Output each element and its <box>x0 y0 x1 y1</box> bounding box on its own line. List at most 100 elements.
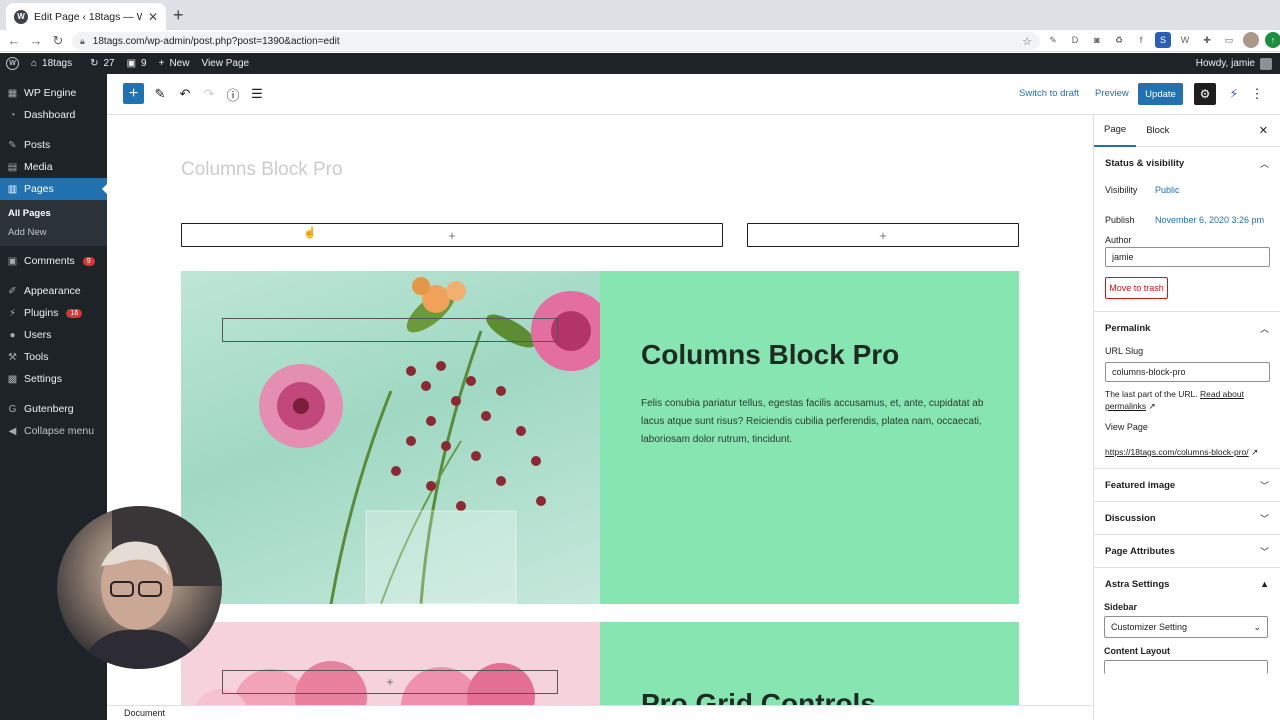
panel-toggle[interactable]: Astra Settings ▲ <box>1094 568 1280 600</box>
switch-to-draft-button[interactable]: Switch to draft <box>1019 88 1079 99</box>
update-button[interactable]: Update <box>1138 83 1183 105</box>
flower-image[interactable] <box>181 271 600 604</box>
tools-pencil-icon[interactable]: ✎ <box>150 84 170 104</box>
reload-icon[interactable]: ↻ <box>47 33 69 49</box>
view-page-link[interactable]: View Page <box>201 58 249 69</box>
lightning-icon[interactable]: ⚡︎ <box>1224 84 1244 104</box>
view-page-url-link[interactable]: https://18tags.com/columns-block-pro/ <box>1105 447 1249 457</box>
panel-toggle[interactable]: Discussion ﹀ <box>1094 502 1280 534</box>
block-heading[interactable]: Pro Grid Controls <box>641 688 876 705</box>
address-bar[interactable]: 🔒︎ 18tags.com/wp-admin/post.php?post=139… <box>72 32 1040 50</box>
content-layout-select[interactable] <box>1104 660 1268 674</box>
sidebar-item-wp-engine[interactable]: ▦ WP Engine <box>0 82 107 104</box>
panel-toggle[interactable]: Status & visibility ︿ <box>1094 147 1280 179</box>
inner-block-outline[interactable] <box>222 318 558 342</box>
site-name-link[interactable]: ⌂ 18tags <box>31 58 72 69</box>
block-appender[interactable]: + <box>747 223 1019 247</box>
cast-icon[interactable]: ▭ <box>1221 32 1237 48</box>
new-content-link[interactable]: + New <box>159 58 190 69</box>
sidebar-item-settings[interactable]: ▩ Settings <box>0 368 107 390</box>
settings-icon: ▩ <box>7 373 18 385</box>
close-icon[interactable]: ✕ <box>1259 124 1268 137</box>
author-label: Author <box>1105 235 1132 245</box>
extension-icon[interactable]: f <box>1133 32 1149 48</box>
webcam-overlay <box>57 506 222 669</box>
puzzle-icon[interactable]: ✚ <box>1199 32 1215 48</box>
back-icon[interactable]: ← <box>3 33 25 48</box>
account-menu[interactable]: Howdy, jamie <box>1196 57 1272 70</box>
wrench-icon: ⚒ <box>8 351 17 363</box>
extension-icon[interactable]: S <box>1155 32 1171 48</box>
comments-link[interactable]: ▣ 9 <box>127 58 147 69</box>
sidebar-item-plugins[interactable]: ⚡︎ Plugins 16 <box>0 302 107 324</box>
sidebar-item-pages[interactable]: ▥ Pages <box>0 178 107 200</box>
extension-icon[interactable]: ✎ <box>1045 32 1061 48</box>
tab-page[interactable]: Page <box>1094 115 1137 147</box>
media-icon: ▤ <box>7 161 18 173</box>
text-column[interactable]: Columns Block Pro Felis conubia pariatur… <box>600 271 1019 604</box>
close-tab-icon[interactable]: ✕ <box>148 10 158 24</box>
redo-icon[interactable]: ↷ <box>199 84 219 104</box>
text-column-2[interactable]: Pro Grid Controls <box>600 622 1019 705</box>
info-icon[interactable]: ⓘ <box>223 84 243 104</box>
profile-avatar[interactable] <box>1243 32 1259 48</box>
update-icon[interactable]: ↑ <box>1265 32 1280 48</box>
page-title[interactable]: Columns Block Pro <box>181 159 343 181</box>
submenu-all-pages[interactable]: All Pages <box>0 204 107 223</box>
sidebar-item-dashboard[interactable]: ◔ Dashboard <box>0 104 107 126</box>
brush-icon: ✐ <box>8 285 17 297</box>
chevron-down-icon: ﹀ <box>1259 546 1269 557</box>
roses-image[interactable]: + <box>181 622 600 705</box>
author-field[interactable]: jamie <box>1105 247 1270 267</box>
triangle-up-icon: ▲ <box>1260 579 1269 589</box>
sidebar-item-appearance[interactable]: ✐ Appearance <box>0 280 107 302</box>
wordpress-logo-icon[interactable]: W <box>6 57 19 70</box>
move-to-trash-button[interactable]: Move to trash <box>1105 277 1168 299</box>
url-slug-field[interactable]: columns-block-pro <box>1105 362 1270 382</box>
block-appender[interactable]: + <box>181 223 723 247</box>
wordpress-extension-icon[interactable]: W <box>1177 32 1193 48</box>
visibility-toggle[interactable]: Public <box>1155 185 1180 195</box>
sidebar-item-users[interactable]: ● Users <box>0 324 107 346</box>
sidebar-item-media[interactable]: ▤ Media <box>0 156 107 178</box>
publish-date-toggle[interactable]: November 6, 2020 3:26 pm <box>1155 215 1264 225</box>
sidebar-collapse-menu[interactable]: ◀ Collapse menu <box>0 420 107 442</box>
panel-toggle[interactable]: Featured image ﹀ <box>1094 469 1280 501</box>
columns-block[interactable]: Columns Block Pro Felis conubia pariatur… <box>181 271 1019 604</box>
sidebar-item-comments[interactable]: ▣ Comments 9 <box>0 250 107 272</box>
camera-extension-icon[interactable]: ◙ <box>1089 32 1105 48</box>
external-link-icon: ↗ <box>1148 401 1156 411</box>
preview-button[interactable]: Preview <box>1095 88 1129 99</box>
forward-icon[interactable]: → <box>25 33 47 48</box>
updates-link[interactable]: ↻ 27 <box>90 58 115 69</box>
block-appender[interactable]: + <box>222 670 558 694</box>
block-heading[interactable]: Columns Block Pro <box>641 339 899 371</box>
settings-gear-icon[interactable]: ⚙ <box>1194 83 1216 105</box>
columns-block-2[interactable]: + Pro Grid Controls <box>181 622 1019 705</box>
sidebar-item-posts[interactable]: ✎ Posts <box>0 134 107 156</box>
sidebar-item-tools[interactable]: ⚒ Tools <box>0 346 107 368</box>
sidebar-select[interactable]: Customizer Setting ⌄ <box>1104 616 1268 638</box>
wp-admin-bar: W ⌂ 18tags ↻ 27 ▣ 9 + New View Page Howdy, j… <box>0 53 1280 74</box>
permalink-panel: Permalink ︿ URL Slug columns-block-pro Th… <box>1094 312 1280 469</box>
view-page-label: View Page <box>1105 422 1148 432</box>
comments-icon: ▣ <box>7 255 18 267</box>
extension-icon[interactable]: D <box>1067 32 1083 48</box>
extension-icon[interactable]: ♻ <box>1111 32 1127 48</box>
sidebar-item-gutenberg[interactable]: G Gutenberg <box>0 398 107 420</box>
editor-breadcrumb: Document <box>107 705 1093 720</box>
add-block-button[interactable]: + <box>123 83 144 104</box>
block-paragraph[interactable]: Felis conubia pariatur tellus, egestas f… <box>641 395 986 449</box>
panel-toggle[interactable]: Page Attributes ﹀ <box>1094 535 1280 567</box>
settings-sidebar: Page Block ✕ Status & visibility ︿ Visibi… <box>1093 115 1280 720</box>
new-tab-icon[interactable]: + <box>173 5 184 26</box>
undo-icon[interactable]: ↶ <box>175 84 195 104</box>
bookmark-star-icon[interactable]: ☆ <box>1022 35 1032 48</box>
panel-toggle[interactable]: Permalink ︿ <box>1094 312 1280 344</box>
tab-block[interactable]: Block <box>1136 115 1179 147</box>
breadcrumb-document[interactable]: Document <box>124 708 165 718</box>
browser-tab[interactable]: W Edit Page ‹ 18tags — WordPress ✕ <box>6 3 166 30</box>
more-options-icon[interactable]: ⋮ <box>1247 84 1267 104</box>
submenu-add-new[interactable]: Add New <box>0 223 107 242</box>
list-view-icon[interactable]: ☰ <box>247 84 267 104</box>
